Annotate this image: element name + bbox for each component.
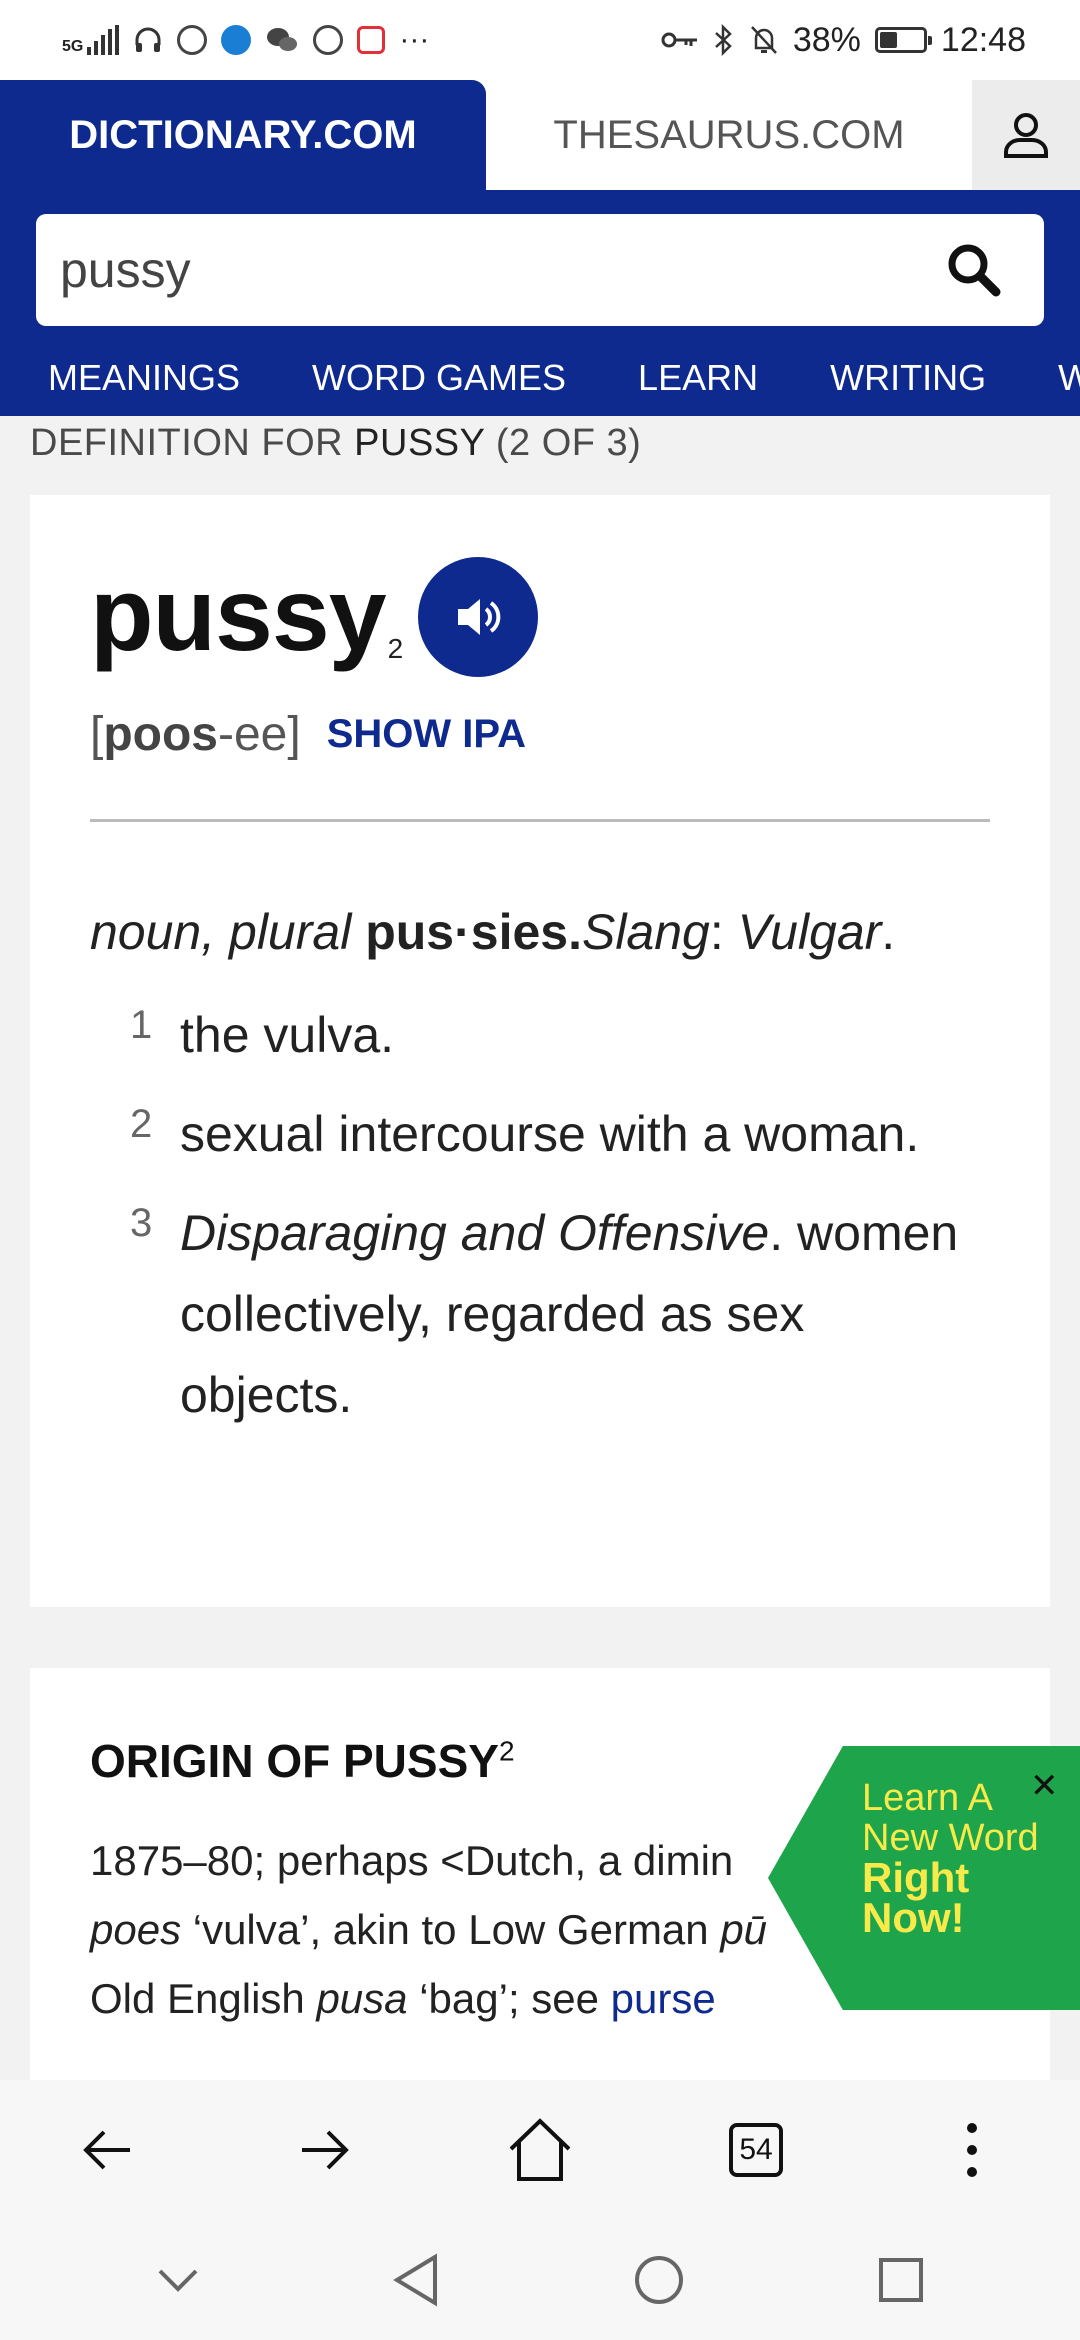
- label-slang: Slang: [581, 904, 710, 960]
- clock: 12:48: [940, 20, 1026, 59]
- search-icon[interactable]: [944, 240, 1004, 300]
- usage-label: Disparaging and Offensive: [180, 1205, 770, 1261]
- user-icon: [1004, 113, 1048, 158]
- site-tabs: DICTIONARY.COM THESAURUS.COM: [0, 80, 1080, 190]
- audio-button[interactable]: [418, 557, 538, 677]
- promo-line-4: Now!: [862, 1894, 965, 1941]
- browser-icon: [221, 25, 252, 55]
- tab-thesaurus[interactable]: THESAURUS.COM: [486, 80, 972, 190]
- definition-heading-word: PUSSY: [354, 422, 485, 464]
- nav-recents-icon[interactable]: [877, 2256, 925, 2304]
- nav-meanings[interactable]: MEANINGS: [48, 357, 240, 399]
- search-input[interactable]: pussy: [60, 241, 191, 299]
- forward-arrow-icon: [302, 2130, 349, 2170]
- more-icon: ···: [399, 23, 430, 56]
- promo-line-3: Right: [862, 1854, 970, 1901]
- browser-toolbar: 54: [0, 2080, 1080, 2220]
- pron-rest: -ee: [218, 708, 288, 761]
- headword-block: pussy 2: [90, 555, 403, 675]
- mute-icon: [750, 26, 777, 54]
- definition-number: 3: [130, 1201, 153, 1245]
- origin-word-poes: poes: [90, 1906, 182, 1953]
- battery-icon: [874, 27, 932, 53]
- origin-line-2-tail: pū: [720, 1906, 768, 1953]
- nav-learn[interactable]: LEARN: [638, 357, 758, 399]
- definition-text-block: Disparaging and Offensive. women collect…: [180, 1193, 960, 1436]
- status-right: 38% 12:48: [661, 21, 1080, 60]
- origin-line-2-rest: ‘vulva’, akin to Low German: [181, 1906, 721, 1953]
- nav-writing[interactable]: WRITING: [830, 357, 986, 399]
- plural-form: pus·sies.: [365, 904, 582, 960]
- bluetooth-icon: [714, 24, 732, 56]
- account-button[interactable]: [972, 80, 1080, 190]
- origin-superscript: 2: [498, 1735, 515, 1767]
- more-vertical-icon: [967, 2123, 977, 2177]
- key-icon: [661, 32, 697, 48]
- origin-title-text: ORIGIN OF PUSSY: [90, 1735, 499, 1787]
- nav-word-games[interactable]: WORD GAMES: [312, 357, 566, 399]
- definition-item: 3 Disparaging and Offensive. women colle…: [90, 1193, 1010, 1436]
- label-vulgar: Vulgar: [737, 904, 882, 960]
- back-arrow-icon: [83, 2130, 130, 2170]
- definition-text: sexual intercourse with a woman.: [180, 1106, 920, 1162]
- origin-line-3-mid: ‘bag’; see: [407, 1975, 611, 2022]
- network-type: 5G: [62, 38, 84, 55]
- vpn-icon: [313, 25, 344, 55]
- definition-item: 2 sexual intercourse with a woman.: [90, 1094, 1010, 1175]
- show-ipa-button[interactable]: SHOW IPA: [327, 712, 526, 757]
- home-button[interactable]: [480, 2090, 600, 2210]
- divider: [90, 819, 990, 822]
- headphones-icon: [135, 27, 161, 52]
- speaker-icon: [458, 599, 501, 635]
- back-button[interactable]: [48, 2090, 168, 2210]
- promo-close-icon[interactable]: ✕: [1030, 1766, 1059, 1806]
- entry-card: pussy 2 [ poos -ee ] SHOW IPA noun, plura…: [30, 495, 1050, 1607]
- purse-link[interactable]: purse: [611, 1975, 716, 2022]
- part-of-speech: noun, plural pus·sies.Slang: Vulgar.: [90, 903, 895, 961]
- pron-stress: poos: [103, 708, 218, 761]
- definition-heading: DEFINITION FOR PUSSY (2 OF 3): [30, 422, 641, 465]
- definition-heading-suffix: (2 OF 3): [484, 422, 642, 464]
- system-navigation: [0, 2220, 1080, 2340]
- definition-item: 1 the vulva.: [90, 995, 1010, 1076]
- definition-number: 2: [130, 1102, 153, 1146]
- headword: pussy: [90, 557, 387, 673]
- definition-list: 1 the vulva. 2 sexual intercourse with a…: [90, 995, 1010, 1454]
- menu-button[interactable]: [912, 2090, 1032, 2210]
- label-end: .: [881, 904, 896, 960]
- pos-label: noun, plural: [90, 904, 352, 960]
- headword-superscript: 2: [387, 633, 404, 664]
- category-nav: MEANINGS WORD GAMES LEARN WRITING WOR: [0, 340, 1080, 416]
- battery-percent: 38%: [792, 20, 861, 59]
- tab-count: 54: [729, 2123, 783, 2177]
- status-left: 5G ···: [0, 23, 429, 57]
- home-icon: [509, 2118, 571, 2181]
- app-icon: [177, 25, 208, 55]
- nav-back-icon[interactable]: [391, 2253, 441, 2307]
- pronunciation: [ poos -ee ] SHOW IPA: [90, 707, 526, 762]
- tabs-button[interactable]: 54: [696, 2090, 816, 2210]
- pron-open: [: [90, 708, 104, 761]
- tab-dictionary[interactable]: DICTIONARY.COM: [0, 80, 486, 190]
- header: pussy MEANINGS WORD GAMES LEARN WRITING …: [0, 190, 1080, 416]
- signal-icon: 5G: [62, 25, 120, 55]
- label-colon: :: [709, 904, 738, 960]
- nav-more-truncated[interactable]: WOR: [1058, 357, 1080, 399]
- definition-number: 1: [130, 1003, 153, 1047]
- promo-line-2: New Word: [862, 1817, 1039, 1859]
- collapse-chevron-icon[interactable]: [156, 2265, 200, 2295]
- forward-button[interactable]: [264, 2090, 384, 2210]
- wechat-icon: [267, 28, 298, 51]
- nav-home-icon[interactable]: [632, 2253, 686, 2307]
- status-bar: 5G ··· 38% 12:48: [0, 0, 1080, 80]
- red-app-icon: [357, 26, 386, 54]
- origin-line-3-start: Old English: [90, 1975, 317, 2022]
- usage-label-end: .: [769, 1205, 784, 1261]
- definition-heading-prefix: DEFINITION FOR: [30, 422, 355, 464]
- origin-word-pusa: pusa: [316, 1975, 408, 2022]
- pron-close: ]: [287, 708, 301, 761]
- definition-text: the vulva.: [180, 1007, 395, 1063]
- origin-title: ORIGIN OF PUSSY2: [90, 1734, 515, 1788]
- search-bar[interactable]: pussy: [36, 214, 1044, 326]
